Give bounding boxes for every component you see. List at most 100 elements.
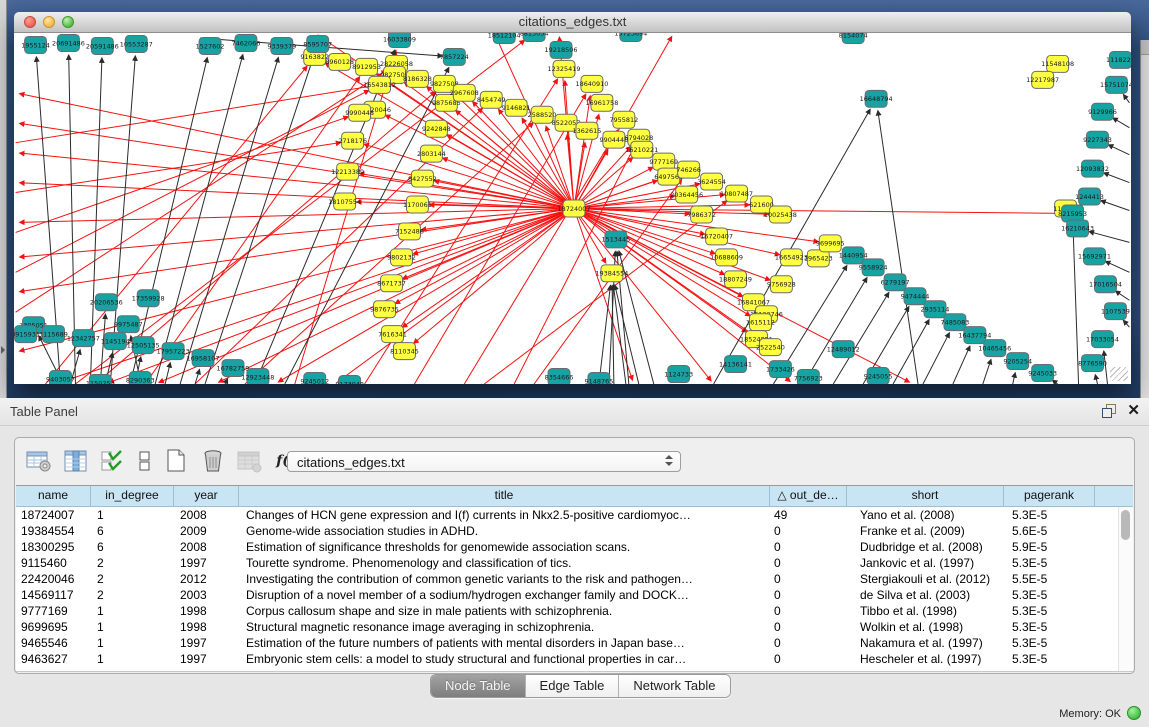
graph-node[interactable]: 16648794 — [860, 90, 893, 107]
graph-edge[interactable] — [1113, 118, 1130, 128]
graph-node[interactable]: 1965423 — [804, 250, 833, 267]
graph-node[interactable]: 2803144 — [417, 145, 446, 162]
graph-node[interactable]: 1244413 — [1075, 188, 1104, 205]
graph-node[interactable]: 9975487 — [114, 316, 143, 333]
graph-node[interactable]: 1170061 — [403, 196, 432, 213]
graph-node[interactable]: 1115689 — [39, 326, 68, 343]
graph-node[interactable]: 18807249 — [719, 271, 752, 288]
zoom-window-button[interactable] — [62, 16, 74, 28]
graph-node[interactable]: 15751074 — [1100, 76, 1131, 93]
graph-node[interactable]: 7616341 — [378, 326, 407, 343]
graph-node[interactable]: 1107539 — [1101, 303, 1130, 320]
graph-node[interactable]: 14136141 — [719, 356, 752, 373]
graph-node[interactable]: 2967608 — [450, 84, 479, 101]
graph-node[interactable]: 1124733 — [664, 366, 693, 383]
graph-node[interactable]: 8110345 — [390, 343, 419, 360]
graph-edge[interactable] — [878, 111, 918, 384]
graph-node[interactable]: 9339379 — [267, 37, 296, 54]
graph-node[interactable]: 8290363 — [126, 372, 155, 384]
graph-edge[interactable] — [1108, 145, 1129, 155]
graph-edge[interactable] — [574, 96, 590, 209]
graph-node[interactable]: 16654923 — [775, 249, 808, 266]
graph-node[interactable]: 11548108 — [1041, 55, 1074, 72]
table-source-dropdown[interactable]: citations_edges.txt — [287, 451, 681, 472]
graph-node[interactable]: 16720407 — [700, 228, 733, 245]
window-titlebar[interactable]: citations_edges.txt — [14, 12, 1131, 33]
column-header[interactable]: year — [174, 486, 239, 506]
graph-node[interactable]: 1118224 — [1106, 51, 1131, 68]
graph-edge[interactable] — [278, 209, 574, 382]
graph-node[interactable]: 10688609 — [710, 249, 743, 266]
graph-node[interactable]: 8813054 — [520, 33, 549, 41]
graph-node[interactable]: 12093832 — [1076, 160, 1109, 177]
graph-edge[interactable] — [1123, 320, 1129, 327]
graph-node[interactable]: 9245033 — [1028, 365, 1057, 382]
graph-node[interactable]: 2522540 — [756, 339, 785, 356]
graph-edge[interactable] — [923, 333, 949, 384]
memory-ok-indicator[interactable] — [1127, 706, 1141, 720]
graph-edge[interactable] — [1089, 232, 1129, 243]
graph-edge[interactable] — [803, 278, 867, 384]
graph-edge[interactable] — [338, 209, 574, 382]
float-panel-icon[interactable] — [1102, 404, 1117, 419]
graph-node[interactable]: 7986372 — [687, 206, 716, 223]
column-header[interactable]: title — [239, 486, 770, 506]
graph-edge[interactable] — [953, 346, 970, 384]
column-header[interactable]: in_degree — [91, 486, 174, 506]
graph-node[interactable]: 1150253 — [86, 375, 115, 384]
graph-node[interactable]: 12217987 — [1026, 71, 1059, 88]
graph-edge[interactable] — [574, 209, 705, 235]
graph-node[interactable]: 8960128 — [325, 53, 354, 70]
graph-node[interactable]: 8354666 — [545, 369, 574, 384]
graph-node[interactable]: 18512104 — [488, 33, 521, 43]
graph-node[interactable]: 9242848 — [422, 120, 451, 137]
graph-node[interactable]: 15723694 — [614, 33, 647, 41]
table-row[interactable]: 1456911722003Disruption of a novel membe… — [16, 587, 1119, 603]
table-row[interactable]: 946362711997Embryonic stem cells: a mode… — [16, 651, 1119, 667]
graph-node[interactable]: 17016504 — [1089, 276, 1122, 293]
graph-edge[interactable] — [1123, 95, 1129, 103]
graph-node[interactable]: 8595707 — [303, 35, 332, 52]
minimize-window-button[interactable] — [43, 16, 55, 28]
graph-edge[interactable] — [225, 379, 228, 384]
graph-edge[interactable] — [615, 285, 639, 384]
graph-node[interactable]: 1615112 — [746, 314, 775, 331]
graph-node[interactable]: 746266 — [676, 161, 701, 178]
graph-edge[interactable] — [255, 50, 395, 384]
graph-node[interactable]: 9205254 — [1003, 353, 1032, 370]
graph-node[interactable]: 20591486 — [86, 37, 119, 54]
column-header[interactable]: name — [16, 486, 91, 506]
graph-edge[interactable] — [464, 130, 617, 384]
graph-node[interactable]: 18107554 — [328, 193, 361, 210]
graph-node[interactable]: 7756923 — [794, 370, 823, 384]
graph-node[interactable]: 9699695 — [816, 235, 845, 252]
graph-node[interactable]: 7152486 — [395, 223, 424, 240]
delete-table-icon[interactable] — [199, 449, 226, 473]
graph-node[interactable]: 9990448 — [345, 104, 374, 121]
graph-edge[interactable] — [205, 55, 314, 384]
graph-node[interactable]: 9756928 — [767, 276, 796, 293]
graph-node[interactable]: 8186328 — [403, 70, 432, 87]
graph-edge[interactable] — [1104, 173, 1130, 183]
show-columns-icon[interactable] — [62, 449, 89, 473]
graph-edge[interactable] — [1104, 351, 1108, 384]
graph-node[interactable]: 12325419 — [548, 60, 581, 77]
graph-node[interactable]: 16033809 — [383, 33, 416, 47]
graph-node[interactable]: 8427552 — [408, 170, 437, 187]
graph-node[interactable]: 7857224 — [440, 48, 469, 65]
graph-edge[interactable] — [130, 58, 207, 384]
graph-node[interactable]: 17957223 — [157, 343, 190, 360]
graph-edge[interactable] — [100, 314, 105, 383]
graph-node[interactable]: 9245012 — [300, 373, 329, 384]
column-header[interactable]: △ out_de… — [770, 486, 847, 506]
graph-node[interactable]: 9146821 — [502, 99, 531, 116]
panel-collapse-arrow-icon[interactable] — [1, 346, 5, 354]
graph-node[interactable]: 10553287 — [120, 35, 153, 52]
graph-edge[interactable] — [19, 94, 574, 209]
scrollbar-thumb[interactable] — [1121, 510, 1130, 540]
graph-node[interactable]: 8154074 — [839, 33, 868, 43]
graph-node[interactable]: 1955124 — [21, 36, 50, 53]
graph-edge[interactable] — [1105, 261, 1129, 272]
graph-node[interactable]: 7955812 — [609, 111, 638, 128]
cells-icon[interactable] — [136, 449, 152, 473]
